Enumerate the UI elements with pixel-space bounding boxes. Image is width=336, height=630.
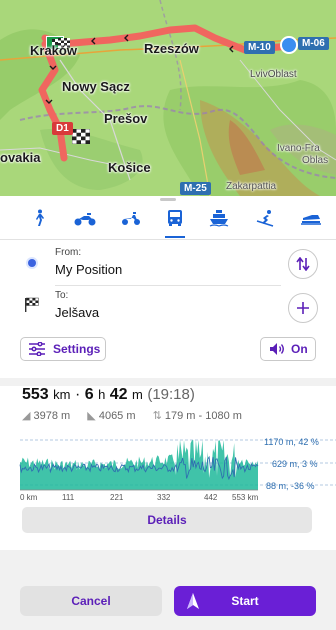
minutes-value: 42 [109,386,128,403]
road-shield-m25: M-25 [180,182,211,195]
elevation-range-value: 179 m - 1080 m [164,410,242,422]
elev-label-top: 1170 m, 42 % [264,437,319,447]
descent-icon: ◣ [87,410,96,422]
snowmobile-icon [301,215,321,225]
from-value[interactable]: My Position [55,262,122,277]
boat-icon [209,210,229,227]
map-label-krakow: Kraków [30,43,77,58]
map-label-nowy-sacz: Nowy Sącz [62,79,130,94]
minutes-unit: m [132,387,143,402]
settings-label: Settings [53,342,101,356]
to-value[interactable]: Jelšava [55,305,99,320]
swap-arrows-icon [296,257,310,271]
hours-unit: h [98,387,106,402]
elevation-stats: ◢ 3978 m ◣ 4065 m ⇅ 179 m - 1080 m [22,409,242,422]
sheet-handle[interactable] [160,198,176,201]
bus-icon [168,210,182,226]
elev-x-0: 0 km [20,493,38,502]
map-label-slovakia: ovakia [0,150,41,165]
pedestrian-icon [36,209,44,226]
navigation-arrow-icon [187,593,199,609]
to-label: To: [55,290,69,301]
ascent-icon: ◢ [22,410,31,422]
arrival-time: (19:18) [147,386,195,403]
route-sheet: From: My Position To: Jelšava Settings O… [0,196,336,630]
map-label-lviv-oblast: LvivOblast [250,69,297,80]
map-label-ivano: Ivano-Fra [277,143,320,154]
elev-label-bottom: 88 m, -36 % [266,481,315,491]
speaker-icon [270,343,284,355]
swap-route-button[interactable] [288,249,318,279]
mode-boat[interactable] [204,206,234,230]
route-summary: 553 km · 6 h 42 m (19:18) ◢ 3978 m ◣ 406… [0,386,336,546]
road-shield-d1: D1 [52,122,73,135]
to-row[interactable]: To: Jelšava [0,285,336,329]
descent-value: 4065 m [98,410,136,422]
start-button[interactable]: Start [174,586,316,616]
cancel-label: Cancel [71,594,111,608]
transport-mode-bar [0,206,336,238]
cancel-button[interactable]: Cancel [20,586,162,616]
elev-x-111: 111 [62,493,75,502]
mode-bus[interactable] [160,206,190,238]
elev-x-553: 553 km [232,493,259,502]
sound-toggle-button[interactable]: On [260,337,316,361]
motorcycle-icon [74,213,96,226]
sound-label: On [291,342,308,356]
elev-x-442: 442 [204,493,218,502]
map-label-rzeszow: Rzeszów [144,41,199,56]
road-shield-m10: M-10 [244,41,275,54]
map-canvas [0,0,336,196]
from-label: From: [55,247,82,258]
settings-button[interactable]: Settings [20,337,106,361]
destination-flag-row-icon [24,297,40,313]
road-shield-m06: M-06 [298,37,329,50]
mode-snowmobile[interactable] [296,206,326,230]
bottom-bar: Cancel Start [0,550,336,630]
map-label-kosice: Košice [108,160,151,175]
destination-flag-icon[interactable] [72,129,90,144]
sliders-icon [29,342,45,356]
map-view[interactable]: Kraków Rzeszów Nowy Sącz Prešov Košice o… [0,0,336,196]
mode-pedestrian[interactable] [24,206,54,230]
elevation-range-icon: ⇅ [152,410,162,422]
my-position-dot-icon [28,259,36,267]
map-label-oblas: Oblas [302,155,329,166]
distance-value: 553 [22,386,49,403]
separator-dot: · [74,386,81,403]
add-waypoint-button[interactable] [288,293,318,323]
map-label-presov: Prešov [104,111,148,126]
section-separator [0,378,336,386]
details-button[interactable]: Details [22,507,312,533]
plus-icon [297,302,309,314]
elev-x-221: 221 [110,493,124,502]
from-row[interactable]: From: My Position [0,240,336,284]
mode-ski[interactable] [250,206,280,230]
route-time-distance: 553 km · 6 h 42 m (19:18) [22,386,195,404]
distance-unit: km [53,387,71,402]
elev-label-mid: 629 m, 3 % [272,459,318,469]
scooter-icon [122,212,140,225]
mode-motorcycle[interactable] [70,206,100,230]
start-label: Start [231,594,259,608]
ski-icon [256,210,274,227]
mode-scooter[interactable] [116,206,146,230]
map-label-zakarpattia: Zakarpattia [226,181,277,192]
hours-value: 6 [84,386,94,403]
details-label: Details [147,513,187,527]
elev-x-332: 332 [157,493,171,502]
ascent-value: 3978 m [33,410,71,422]
